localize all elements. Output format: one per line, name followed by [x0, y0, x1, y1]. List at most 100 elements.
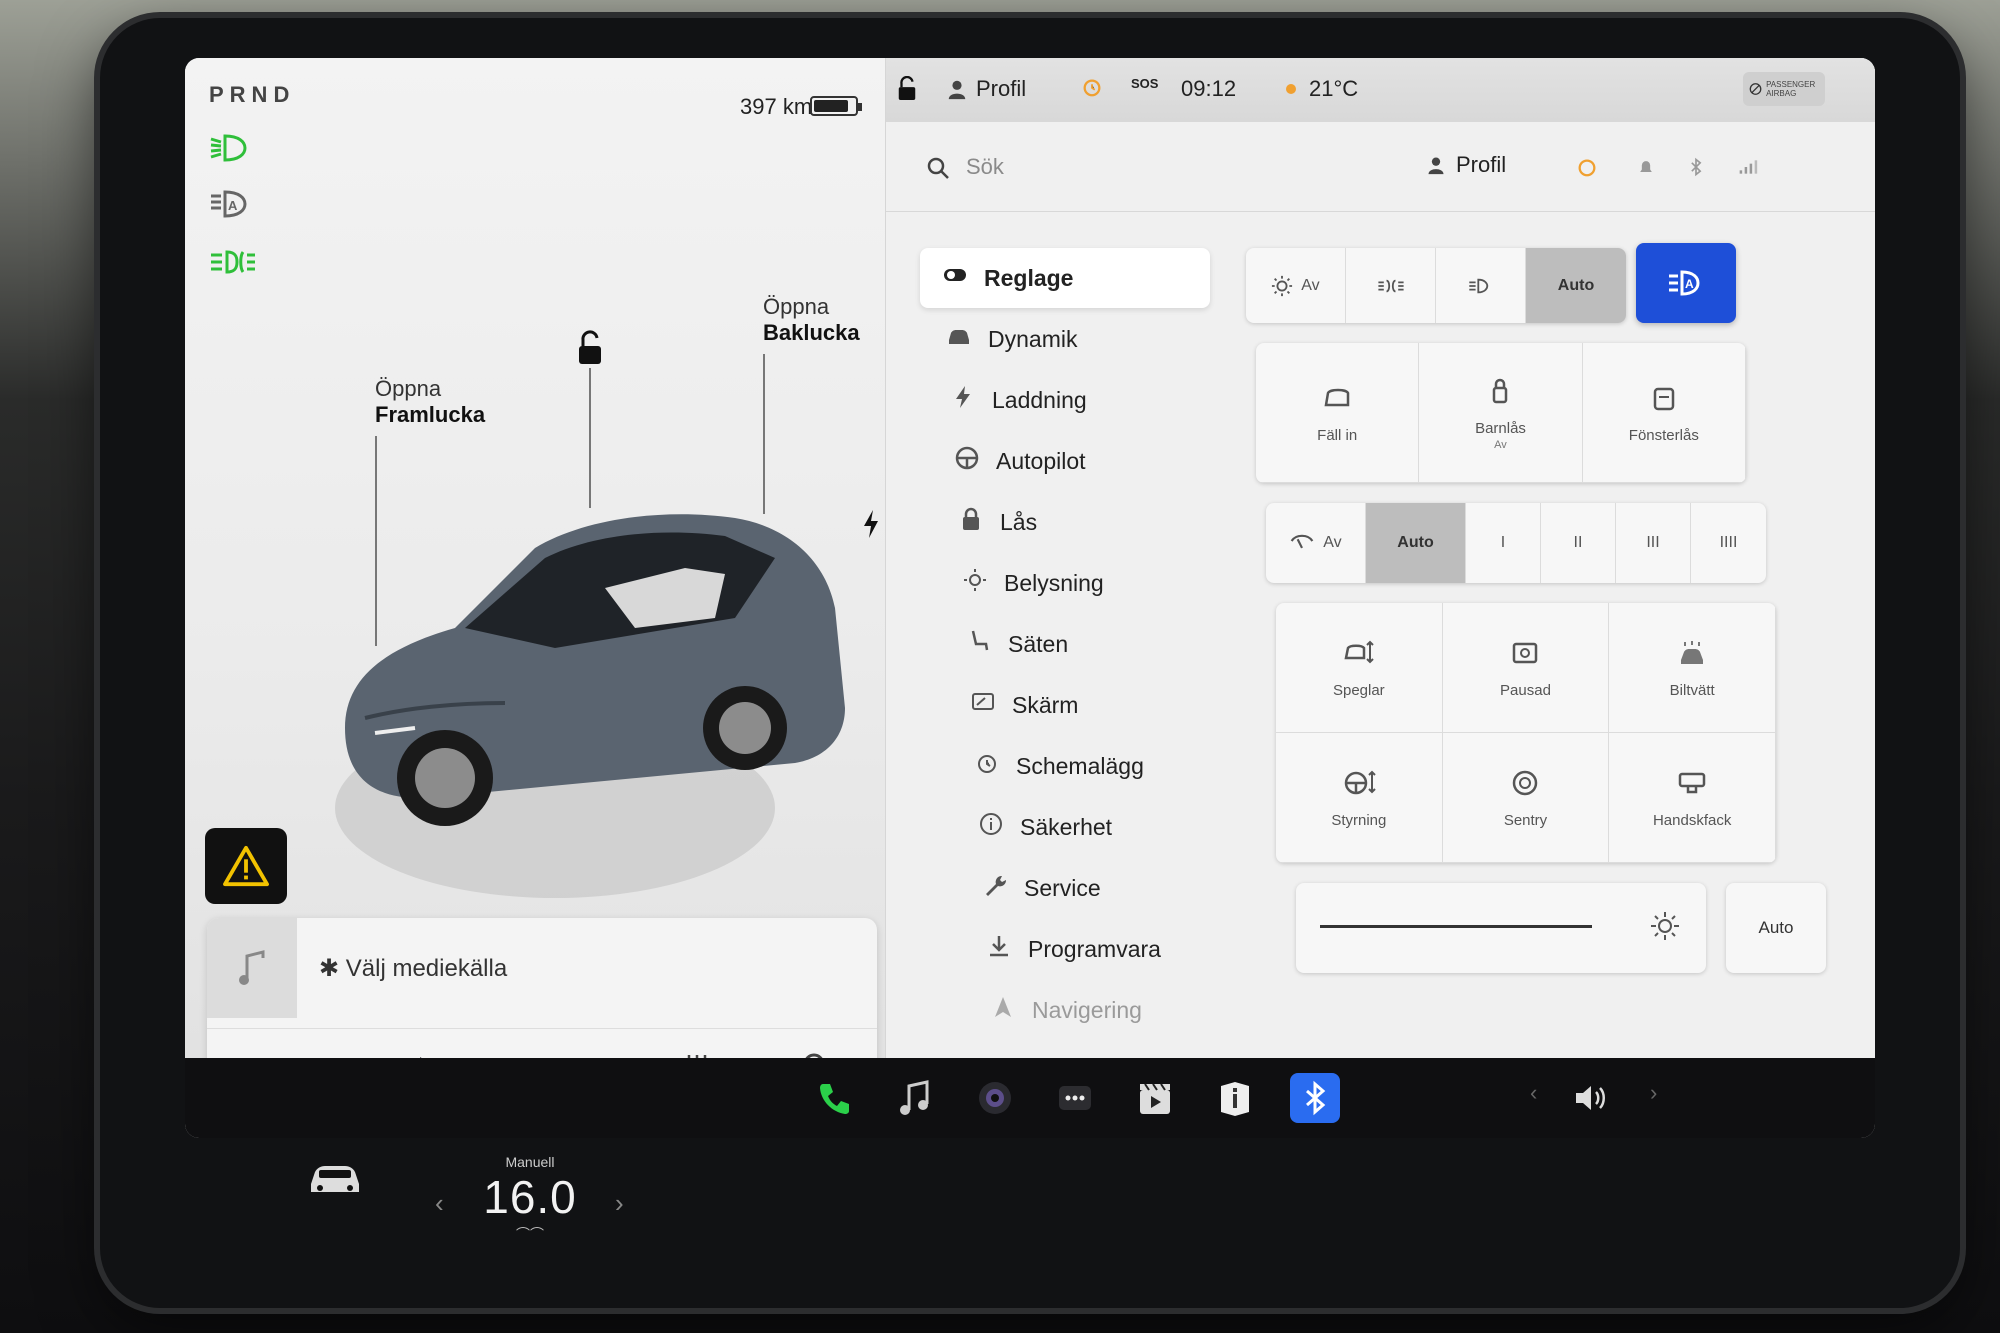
menu-item-label: Navigering: [1032, 996, 1142, 1023]
wiper-option-speed-1[interactable]: I: [1466, 503, 1541, 583]
profile-button[interactable]: Profil: [1426, 152, 1506, 178]
menu-item-reglage[interactable]: Reglage: [920, 248, 1210, 308]
alarm-icon[interactable]: [1576, 156, 1598, 178]
tile-biltvätt[interactable]: Biltvätt: [1609, 603, 1776, 733]
menu-item-programvara[interactable]: Programvara: [964, 919, 1210, 979]
status-bar: Profil SOS 09:12 21°C PASSENGER AIRBAG: [886, 58, 1875, 122]
wiper-option-speed-3[interactable]: III: [1616, 503, 1691, 583]
unlocked-padlock-icon[interactable]: [575, 330, 605, 366]
svg-text:A: A: [228, 198, 238, 213]
tile-handskfack[interactable]: Handskfack: [1609, 733, 1776, 863]
temp-up-chevron[interactable]: ›: [615, 1188, 624, 1219]
window-lock-icon: [1647, 381, 1681, 419]
sun-outline-icon: [1272, 275, 1293, 296]
headlight-selector: Av Auto: [1246, 248, 1626, 323]
menu-item-dynamik[interactable]: Dynamik: [924, 309, 1210, 369]
search-input[interactable]: [966, 150, 1326, 184]
temp-down-chevron[interactable]: ‹: [435, 1188, 444, 1219]
headlights-on-option[interactable]: [1436, 248, 1526, 323]
tile-speglar[interactable]: Speglar: [1276, 603, 1443, 733]
unlocked-status-icon[interactable]: [896, 76, 918, 102]
steering-adjust-icon: [1342, 766, 1376, 804]
tile-label: Handskfack: [1652, 812, 1732, 829]
menu-item-säten[interactable]: Säten: [944, 614, 1210, 674]
lights-off-option[interactable]: Av: [1246, 248, 1346, 323]
wiper-option-speed-4[interactable]: IIII: [1691, 503, 1766, 583]
menu-item-schemalägg[interactable]: Schemalägg: [952, 736, 1210, 796]
lights-auto-option[interactable]: Auto: [1526, 248, 1626, 323]
range-readout: 397 km: [740, 94, 813, 119]
brightness-slider[interactable]: [1296, 883, 1706, 973]
auto-high-beam-icon[interactable]: A: [207, 186, 257, 222]
tile-barnlås[interactable]: Barnlås Av: [1419, 343, 1583, 483]
child-lock-icon: [1483, 374, 1517, 412]
bell-icon[interactable]: [1636, 157, 1656, 177]
lock-icon: [958, 506, 984, 538]
menu-item-label: Säkerhet: [1020, 813, 1113, 840]
bluetooth-icon[interactable]: [1686, 157, 1706, 177]
alarm-clock-icon[interactable]: [1081, 76, 1103, 98]
profile-status-button[interactable]: Profil: [946, 76, 1026, 102]
tile-label: Barnlås: [1475, 420, 1526, 437]
battery-fill: [814, 100, 848, 112]
tile-fönsterlås[interactable]: Fönsterlås: [1582, 343, 1746, 483]
brightness-track[interactable]: [1320, 925, 1592, 928]
wiper-option-label: I: [1500, 534, 1506, 551]
album-art: [207, 918, 297, 1018]
brightness-sun-icon: [1651, 912, 1679, 940]
info-icon: [978, 811, 1004, 843]
settings-menu: Reglage Dynamik Laddning Autopilot Lås Belysn…: [920, 248, 1210, 1041]
alarm-icon: [974, 750, 1000, 782]
menu-item-lås[interactable]: Lås: [936, 492, 1210, 552]
lower-bar: ‹ Manuell 16.0 ⌒⌒ ›: [185, 1058, 1875, 1298]
wiper-icon: [1289, 530, 1315, 557]
low-beam-icon[interactable]: [207, 130, 257, 166]
music-note-icon: [239, 950, 265, 985]
wiper-option-auto[interactable]: Auto: [1366, 503, 1466, 583]
brightness-auto-label: Auto: [1758, 918, 1794, 937]
tile-styrning[interactable]: Styrning: [1276, 733, 1443, 863]
settings-panel: Profil SOS 09:12 21°C PASSENGER AIRBAG S…: [885, 58, 1875, 1058]
mirror-adjust-icon: [1342, 636, 1376, 674]
wiper-option-label: Auto: [1397, 534, 1434, 551]
menu-item-belysning[interactable]: Belysning: [940, 553, 1210, 613]
open-frunk-button[interactable]: Öppna Framlucka: [375, 376, 485, 429]
search-icon: [927, 157, 949, 179]
sun-icon: [1286, 84, 1296, 94]
media-source-selector[interactable]: ✱ Välj mediekälla: [319, 954, 507, 983]
menu-item-label: Autopilot: [996, 447, 1086, 474]
tile-fäll-in[interactable]: Fäll in: [1256, 343, 1420, 483]
auto-high-beam-button[interactable]: A: [1636, 243, 1736, 323]
profile-label: Profil: [1456, 152, 1507, 177]
climate-control[interactable]: Manuell 16.0 ⌒⌒: [455, 1154, 605, 1244]
auto-high-beam-icon: A: [1669, 270, 1700, 296]
menu-item-laddning[interactable]: Laddning: [928, 370, 1210, 430]
menu-item-label: Säten: [1008, 630, 1069, 657]
menu-item-skärm[interactable]: Skärm: [948, 675, 1210, 735]
menu-item-service[interactable]: Service: [960, 858, 1210, 918]
parking-lights-option[interactable]: [1346, 248, 1436, 323]
tile-label: Pausad: [1500, 682, 1551, 699]
profile-status-label: Profil: [976, 76, 1027, 101]
trunk-label-line2: Baklucka: [763, 320, 860, 346]
tile-sentry[interactable]: Sentry: [1442, 733, 1610, 863]
tile-pausad[interactable]: Pausad: [1442, 603, 1610, 733]
menu-item-säkerhet[interactable]: Säkerhet: [956, 797, 1210, 857]
wiper-option-label: Av: [1323, 534, 1342, 551]
fog-lights-icon[interactable]: [207, 244, 257, 280]
wiper-option-speed-2[interactable]: II: [1541, 503, 1616, 583]
menu-item-navigering[interactable]: Navigering: [968, 980, 1210, 1040]
climate-mode-label: Manuell: [505, 1154, 555, 1170]
quick-controls-grid: Speglar Pausad Biltvätt Styrning Sentry Hands…: [1276, 603, 1776, 863]
car-3d-model: [305, 478, 865, 908]
car-controls-button[interactable]: [305, 1158, 365, 1198]
menu-item-label: Belysning: [1004, 569, 1104, 596]
menu-item-autopilot[interactable]: Autopilot: [932, 431, 1210, 491]
sos-indicator: SOS: [1131, 76, 1158, 91]
open-trunk-button[interactable]: Öppna Baklucka: [763, 294, 860, 347]
brightness-auto-button[interactable]: Auto: [1726, 883, 1826, 973]
wiper-option-off[interactable]: Av: [1266, 503, 1366, 583]
search-bar: Profil: [886, 122, 1875, 212]
wrench-icon: [982, 872, 1008, 904]
warning-button[interactable]: [205, 828, 287, 904]
